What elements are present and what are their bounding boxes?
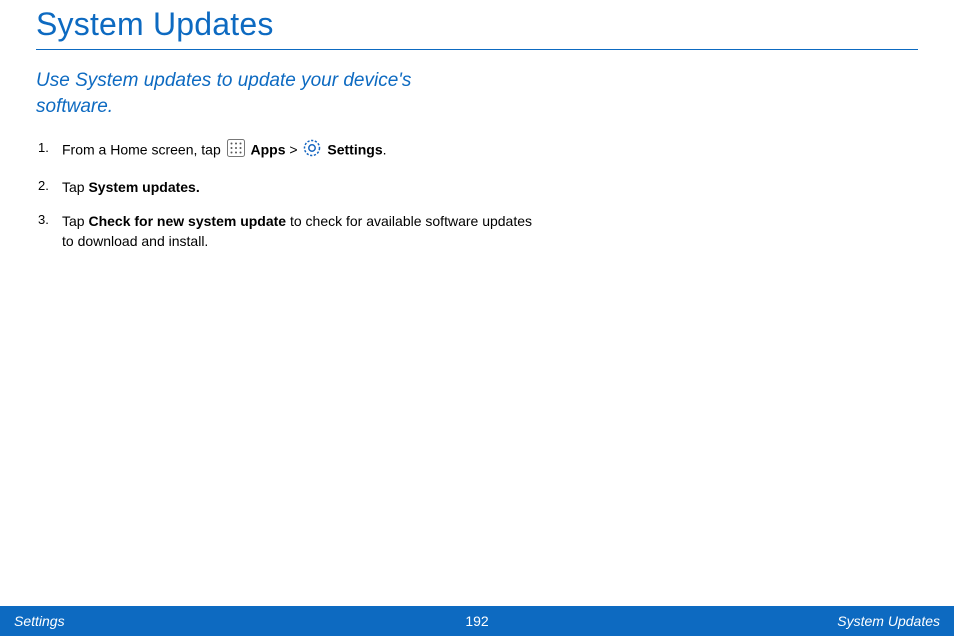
step-2: Tap System updates. bbox=[36, 177, 536, 197]
instruction-list: From a Home screen, tap Apps > bbox=[36, 139, 536, 251]
step-2-text-a: Tap bbox=[62, 179, 88, 195]
page-footer: Settings 192 System Updates bbox=[0, 606, 954, 636]
apps-label: Apps bbox=[251, 142, 286, 158]
step-1-gt: > bbox=[289, 142, 301, 158]
settings-label: Settings bbox=[327, 142, 382, 158]
page-title: System Updates bbox=[36, 6, 918, 43]
step-1: From a Home screen, tap Apps > bbox=[36, 139, 536, 162]
footer-page-number: 192 bbox=[465, 613, 488, 629]
step-2-bold: System updates. bbox=[88, 179, 199, 195]
step-1-end: . bbox=[383, 142, 387, 158]
footer-left: Settings bbox=[14, 613, 65, 629]
page-subtitle: Use System updates to update your device… bbox=[36, 68, 476, 119]
step-3-text-a: Tap bbox=[62, 213, 88, 229]
apps-grid-icon bbox=[227, 139, 245, 162]
step-3-bold: Check for new system update bbox=[88, 213, 286, 229]
step-1-text-a: From a Home screen, tap bbox=[62, 142, 225, 158]
settings-gear-icon bbox=[303, 139, 321, 162]
footer-right: System Updates bbox=[837, 613, 940, 629]
step-3: Tap Check for new system update to check… bbox=[36, 211, 536, 252]
title-rule bbox=[36, 49, 918, 50]
